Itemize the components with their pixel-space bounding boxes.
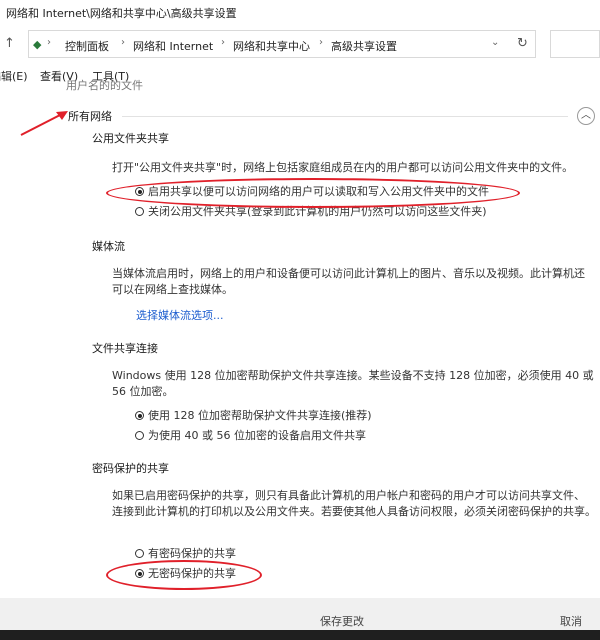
address-bar[interactable]: ◆ › 控制面板 › 网络和 Internet › 网络和共享中心 › 高级共享… [28, 30, 536, 58]
chevron-right-icon[interactable]: › [319, 37, 323, 48]
refresh-icon[interactable]: ↻ [517, 36, 528, 51]
file-sharing-option-128[interactable]: 使用 128 位加密帮助保护文件共享连接(推荐) [135, 406, 372, 426]
file-sharing-description-2: 56 位加密。 [112, 385, 174, 398]
radio-unselected[interactable] [135, 549, 144, 558]
media-title: 媒体流 [92, 240, 125, 253]
breadcrumb-control-panel[interactable]: 控制面板 [65, 38, 109, 54]
public-folder-description: 打开"公用文件夹共享"时，网络上包括家庭组成员在内的用户都可以访问公用文件夹中的… [112, 161, 574, 174]
file-sharing-title: 文件共享连接 [92, 342, 158, 355]
window-title: 网络和 Internet\网络和共享中心\高级共享设置 [6, 7, 237, 20]
annotation-circle [106, 178, 520, 208]
password-option-on-label: 有密码保护的共享 [148, 547, 236, 560]
file-sharing-description-1: Windows 使用 128 位加密帮助保护文件共享连接。某些设备不支持 128… [112, 369, 594, 382]
media-options-link[interactable]: 选择媒体流选项... [136, 306, 224, 326]
all-networks-title: 所有网络 [68, 110, 112, 123]
password-description-2: 连接到此计算机的打印机以及公用文件夹。若要使其他人具备访问权限，必须关闭密码保护… [112, 505, 596, 518]
breadcrumb-advanced-sharing[interactable]: 高级共享设置 [331, 38, 397, 54]
radio-unselected[interactable] [135, 431, 144, 440]
network-icon: ◆ [33, 38, 42, 51]
chevron-right-icon[interactable]: › [121, 37, 125, 48]
window-title-bar: 网络和 Internet\网络和共享中心\高级共享设置 [0, 0, 600, 26]
search-input[interactable] [550, 30, 600, 58]
media-description-2: 可以在网络上查找媒体。 [112, 283, 233, 296]
public-folder-title: 公用文件夹共享 [92, 132, 169, 145]
taskbar [0, 630, 600, 640]
file-sharing-option-128-label: 使用 128 位加密帮助保护文件共享连接(推荐) [148, 409, 372, 422]
advanced-sharing-content: 用户名的的文件 所有网络 ︿ 公用文件夹共享 打开"公用文件夹共享"时，网络上包… [0, 79, 600, 598]
cancel-button[interactable]: 取消 [560, 612, 582, 632]
file-sharing-option-40-56-label: 为使用 40 或 56 位加密的设备启用文件共享 [148, 429, 366, 442]
chevron-right-icon[interactable]: › [47, 37, 51, 48]
breadcrumb-network-internet[interactable]: 网络和 Internet [133, 38, 213, 54]
password-title: 密码保护的共享 [92, 462, 169, 475]
chevron-right-icon[interactable]: › [221, 37, 225, 48]
back-arrow-icon[interactable]: ↑ [4, 36, 15, 51]
breadcrumb-sharing-center[interactable]: 网络和共享中心 [233, 38, 310, 54]
menu-edit[interactable]: 编辑(E) [0, 68, 28, 84]
save-button[interactable]: 保存更改 [320, 612, 364, 632]
annotation-arrow-icon [20, 111, 68, 136]
annotation-circle [106, 560, 262, 590]
file-sharing-option-40-56[interactable]: 为使用 40 或 56 位加密的设备启用文件共享 [135, 426, 366, 446]
section-divider [122, 116, 568, 117]
address-row: ↑ ◆ › 控制面板 › 网络和 Internet › 网络和共享中心 › 高级… [0, 30, 600, 60]
radio-unselected[interactable] [135, 207, 144, 216]
chevron-up-icon[interactable]: ︿ [577, 107, 595, 125]
chevron-down-icon[interactable]: ⌄ [491, 37, 499, 48]
footer-bar: 保存更改 取消 [0, 598, 600, 640]
radio-selected[interactable] [135, 411, 144, 420]
partial-previous-section: 用户名的的文件 [66, 79, 143, 92]
